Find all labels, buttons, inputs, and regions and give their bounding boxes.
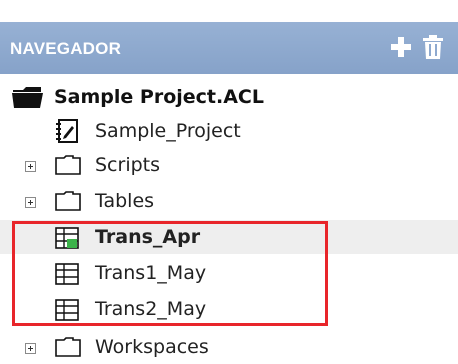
tree-item-label: Workspaces: [95, 336, 209, 358]
tree-item-label: Tables: [95, 190, 155, 212]
tree-item-label: Trans2_May: [95, 298, 207, 320]
folder-icon: [55, 155, 81, 179]
tree-item-label: Trans_Apr: [95, 226, 201, 248]
folder-icon: [55, 337, 81, 361]
tree-item-workspaces[interactable]: Workspaces: [0, 330, 458, 364]
tree-item-trans2-may[interactable]: Trans2_May: [0, 292, 458, 326]
notebook-icon: [55, 119, 79, 147]
table-icon: [55, 263, 79, 289]
folder-icon: [55, 191, 81, 215]
header-actions: [390, 35, 444, 59]
tree-root[interactable]: Sample Project.ACL: [0, 80, 458, 114]
tree-item-scripts[interactable]: Scripts: [0, 148, 458, 182]
navigator-header: NAVEGADOR: [0, 22, 458, 74]
root-label: Sample Project.ACL: [54, 86, 264, 108]
tree-item-label: Trans1_May: [95, 262, 207, 284]
tree-item-tables[interactable]: Tables: [0, 184, 458, 218]
tree-item-trans1-may[interactable]: Trans1_May: [0, 256, 458, 290]
tree-item-label: Sample_Project: [95, 120, 241, 142]
expand-icon[interactable]: [25, 161, 36, 172]
expand-icon[interactable]: [25, 343, 36, 354]
tree-item-trans-apr[interactable]: Trans_Apr: [0, 220, 458, 254]
table-active-icon: [55, 227, 79, 253]
folder-open-icon: [12, 86, 44, 112]
trash-icon[interactable]: [422, 35, 444, 59]
tree-item-sample-project[interactable]: Sample_Project: [0, 114, 458, 148]
navigator-title: NAVEGADOR: [10, 39, 122, 58]
table-icon: [55, 299, 79, 325]
plus-icon[interactable]: [390, 35, 412, 59]
tree-item-label: Scripts: [95, 154, 161, 176]
expand-icon[interactable]: [25, 197, 36, 208]
